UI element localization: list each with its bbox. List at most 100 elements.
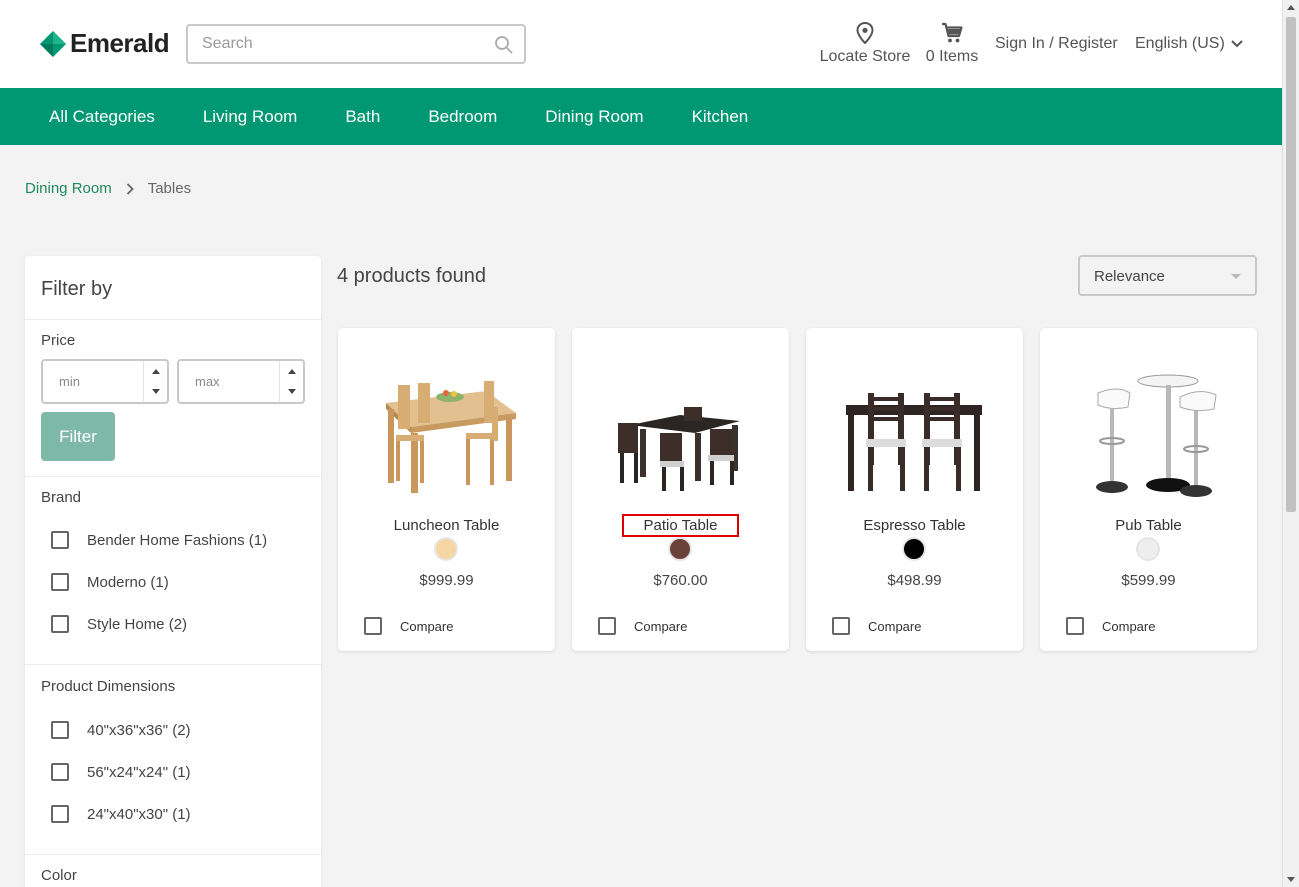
- breadcrumb-tables: Tables: [147, 180, 192, 197]
- divider: [25, 854, 321, 855]
- scroll-down-icon[interactable]: [1287, 877, 1295, 882]
- sign-in-register-link[interactable]: Sign In / Register: [995, 35, 1118, 53]
- product-card[interactable]: Luncheon Table $999.99 Compare: [338, 328, 555, 651]
- patio-table-image[interactable]: [600, 363, 760, 503]
- search-input[interactable]: [188, 26, 478, 62]
- dimension-option-label: 56"x24"x24" (1): [87, 763, 191, 781]
- brand-logo[interactable]: Emerald: [40, 28, 170, 59]
- compare-checkbox[interactable]: [832, 617, 850, 635]
- compare-checkbox[interactable]: [598, 617, 616, 635]
- product-name[interactable]: Pub Table: [1040, 516, 1257, 535]
- pub-table-image[interactable]: [1068, 363, 1228, 503]
- product-card[interactable]: Pub Table $599.99 Compare: [1040, 328, 1257, 651]
- locate-store-label: Locate Store: [819, 48, 911, 65]
- price-title: Price: [41, 332, 76, 349]
- divider: [25, 664, 321, 665]
- compare-toggle[interactable]: Compare: [832, 617, 921, 635]
- divider: [25, 476, 321, 477]
- price-max-input[interactable]: max: [177, 359, 305, 404]
- product-name[interactable]: Patio Table: [572, 514, 789, 537]
- dimension-option-label: 40"x36"x36" (2): [87, 721, 191, 739]
- espresso-table-image[interactable]: [834, 363, 994, 503]
- brand-option-label: Bender Home Fashions (1): [87, 531, 268, 549]
- checkbox[interactable]: [51, 763, 69, 781]
- nav-item-dining-room[interactable]: Dining Room: [521, 107, 667, 127]
- language-selector[interactable]: English (US): [1135, 35, 1243, 53]
- color-swatch[interactable]: [668, 537, 692, 561]
- price-min-stepper[interactable]: [143, 361, 167, 402]
- dimension-option-2[interactable]: 56"x24"x24" (1): [51, 763, 191, 781]
- checkbox[interactable]: [51, 615, 69, 633]
- product-price: $999.99: [419, 572, 474, 589]
- price-filter-button[interactable]: Filter: [41, 412, 115, 461]
- checkbox[interactable]: [51, 531, 69, 549]
- color-swatch[interactable]: [902, 537, 926, 561]
- product-price: $498.99: [887, 572, 942, 589]
- checkbox[interactable]: [51, 805, 69, 823]
- location-pin-icon: [856, 21, 874, 45]
- product-name[interactable]: Luncheon Table: [338, 516, 555, 535]
- highlight-box: Patio Table: [621, 514, 740, 537]
- brand-option-bender[interactable]: Bender Home Fashions (1): [51, 531, 267, 549]
- sort-select[interactable]: Relevance: [1078, 255, 1257, 296]
- brand-title: Brand: [41, 489, 82, 506]
- compare-checkbox[interactable]: [1066, 617, 1084, 635]
- dimension-option-1[interactable]: 40"x36"x36" (2): [51, 721, 191, 739]
- site-header: Emerald Locate Store 0 Items Sign: [0, 0, 1282, 88]
- compare-toggle[interactable]: Compare: [598, 617, 687, 635]
- language-label: English (US): [1135, 35, 1225, 52]
- product-price: $599.99: [1121, 572, 1176, 589]
- color-swatch[interactable]: [434, 537, 458, 561]
- scroll-up-icon[interactable]: [1287, 5, 1295, 10]
- luncheon-table-image[interactable]: [366, 363, 526, 503]
- category-nav: All Categories Living Room Bath Bedroom …: [0, 88, 1282, 145]
- nav-item-living-room[interactable]: Living Room: [179, 107, 322, 127]
- cart-icon: [942, 22, 963, 43]
- locate-store-link[interactable]: Locate Store: [819, 21, 911, 66]
- brand-option-label: Style Home (2): [87, 615, 188, 633]
- breadcrumb: Dining Room Tables: [25, 180, 191, 197]
- nav-item-kitchen[interactable]: Kitchen: [668, 107, 773, 127]
- compare-checkbox[interactable]: [364, 617, 382, 635]
- page-scrollbar[interactable]: [1282, 0, 1299, 887]
- price-min-placeholder: min: [59, 374, 80, 389]
- brand-name: Emerald: [70, 28, 170, 58]
- caret-down-icon: [1231, 274, 1241, 279]
- compare-label: Compare: [634, 618, 688, 634]
- dimension-option-3[interactable]: 24"x40"x30" (1): [51, 805, 191, 823]
- product-card[interactable]: Patio Table $760.00 Compare: [572, 328, 789, 651]
- dimensions-title: Product Dimensions: [41, 678, 176, 695]
- product-name[interactable]: Espresso Table: [806, 516, 1023, 535]
- checkbox[interactable]: [51, 721, 69, 739]
- search-icon[interactable]: [494, 35, 514, 55]
- nav-item-bedroom[interactable]: Bedroom: [404, 107, 521, 127]
- brand-option-style-home[interactable]: Style Home (2): [51, 615, 187, 633]
- color-title: Color: [41, 867, 77, 884]
- filter-title: Filter by: [41, 278, 113, 300]
- dimension-option-label: 24"x40"x30" (1): [87, 805, 191, 823]
- scrollbar-thumb[interactable]: [1286, 17, 1296, 512]
- chevron-right-icon: [126, 182, 134, 195]
- checkbox[interactable]: [51, 573, 69, 591]
- price-min-input[interactable]: min: [41, 359, 169, 404]
- nav-item-bath[interactable]: Bath: [321, 107, 404, 127]
- sort-value: Relevance: [1094, 268, 1165, 285]
- cart-label: 0 Items: [925, 48, 979, 65]
- brand-option-label: Moderno (1): [87, 573, 169, 591]
- filter-sidebar: Filter by Price min max Filter Brand Ben…: [25, 256, 321, 887]
- cart-link[interactable]: 0 Items: [924, 22, 980, 66]
- emerald-logo-icon: [40, 30, 66, 57]
- compare-label: Compare: [400, 618, 454, 634]
- brand-option-moderno[interactable]: Moderno (1): [51, 573, 169, 591]
- price-max-stepper[interactable]: [279, 361, 303, 402]
- compare-toggle[interactable]: Compare: [364, 617, 453, 635]
- compare-label: Compare: [868, 618, 922, 634]
- product-price: $760.00: [653, 572, 708, 589]
- color-swatch[interactable]: [1136, 537, 1160, 561]
- divider: [25, 319, 321, 320]
- product-card[interactable]: Espresso Table $498.99 Compare: [806, 328, 1023, 651]
- chevron-down-icon: [1231, 40, 1243, 48]
- compare-toggle[interactable]: Compare: [1066, 617, 1155, 635]
- nav-item-all-categories[interactable]: All Categories: [25, 107, 179, 127]
- breadcrumb-dining-room[interactable]: Dining Room: [25, 180, 112, 197]
